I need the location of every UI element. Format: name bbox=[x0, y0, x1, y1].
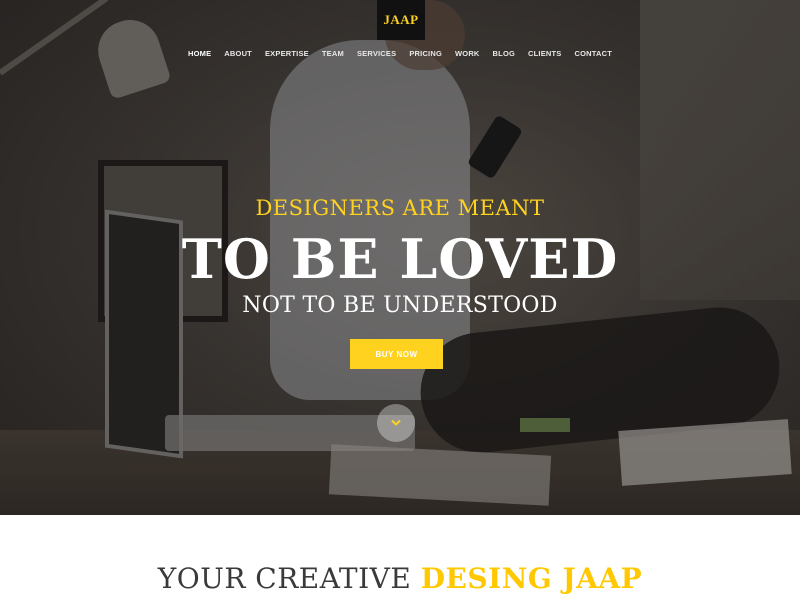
brand-logo[interactable]: JAAP bbox=[377, 0, 425, 40]
nav-item-home[interactable]: HOME bbox=[181, 48, 217, 60]
hero-section: JAAP HOME ABOUT EXPERTISE TEAM SERVICES … bbox=[0, 0, 800, 515]
nav-item-contact[interactable]: CONTACT bbox=[568, 48, 619, 60]
hero-tagline-top: DESIGNERS ARE MEANT bbox=[255, 196, 545, 220]
hero-headline: TO BE LOVED bbox=[181, 227, 619, 291]
chevron-down-icon bbox=[391, 419, 401, 426]
main-nav: HOME ABOUT EXPERTISE TEAM SERVICES PRICI… bbox=[0, 48, 800, 60]
hero-tagline-bottom: NOT TO BE UNDERSTOOD bbox=[242, 293, 558, 318]
scroll-down-button[interactable] bbox=[377, 404, 415, 442]
section-title-prefix: YOUR CREATIVE bbox=[157, 562, 412, 595]
nav-item-work[interactable]: WORK bbox=[449, 48, 487, 60]
nav-item-clients[interactable]: CLIENTS bbox=[522, 48, 568, 60]
section-title-accent: DESING JAAP bbox=[420, 562, 643, 595]
section-title: YOUR CREATIVE DESING JAAP bbox=[0, 562, 800, 595]
nav-item-expertise[interactable]: EXPERTISE bbox=[258, 48, 315, 60]
nav-item-services[interactable]: SERVICES bbox=[350, 48, 402, 60]
buy-now-button[interactable]: BUY NOW bbox=[350, 339, 443, 369]
nav-item-blog[interactable]: BLOG bbox=[486, 48, 521, 60]
nav-item-pricing[interactable]: PRICING bbox=[403, 48, 449, 60]
nav-item-team[interactable]: TEAM bbox=[315, 48, 350, 60]
nav-item-about[interactable]: ABOUT bbox=[218, 48, 259, 60]
